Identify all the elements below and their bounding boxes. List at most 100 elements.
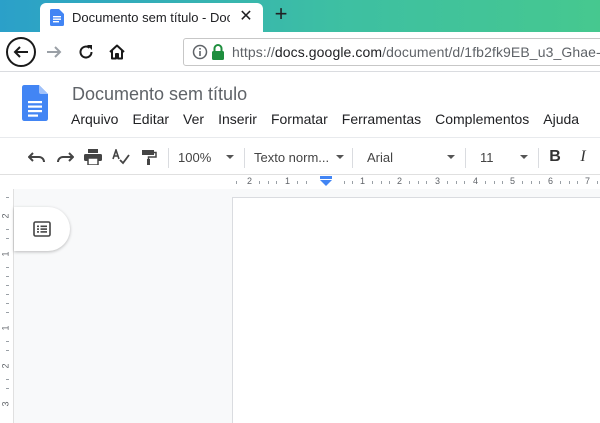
ruler-label: 6 xyxy=(548,176,554,186)
docs-header: Documento sem título Arquivo Editar Ver … xyxy=(0,73,600,137)
zoom-select[interactable]: 100% xyxy=(178,146,234,168)
paint-format-button[interactable] xyxy=(138,146,160,168)
ruler-tick xyxy=(344,181,345,184)
font-size-select[interactable]: 11 xyxy=(480,146,528,168)
print-icon xyxy=(84,149,102,165)
address-bar[interactable]: https://docs.google.com/document/d/1fb2f… xyxy=(183,38,600,66)
menu-ferramentas[interactable]: Ferramentas xyxy=(342,111,421,127)
reload-button[interactable] xyxy=(72,38,100,66)
back-button[interactable] xyxy=(6,37,36,67)
paint-format-icon xyxy=(142,150,157,165)
forward-arrow-icon xyxy=(47,46,62,58)
toolbar-separator xyxy=(465,148,466,168)
tab-title: Documento sem título - Docum xyxy=(72,10,230,25)
menu-complementos[interactable]: Complementos xyxy=(435,111,529,127)
home-icon xyxy=(109,44,125,60)
document-page[interactable] xyxy=(232,197,600,423)
paragraph-style-value: Texto norm... xyxy=(254,149,330,165)
ruler-tick xyxy=(268,181,269,184)
menu-bar: Arquivo Editar Ver Inserir Formatar Ferr… xyxy=(71,111,593,127)
ruler-label: 1 xyxy=(0,325,11,331)
toolbar-separator xyxy=(352,148,353,168)
ruler-tick xyxy=(6,197,9,198)
ruler-tick xyxy=(6,267,9,268)
browser-tabstrip: Documento sem título - Docum ✕ + xyxy=(0,0,600,32)
url-host: docs.google.com xyxy=(274,44,383,60)
ruler-label: 5 xyxy=(510,176,516,186)
toolbar-separator xyxy=(244,148,245,168)
menu-formatar[interactable]: Formatar xyxy=(271,111,328,127)
ruler-tick xyxy=(297,181,298,184)
ruler-tick xyxy=(6,285,9,286)
document-title[interactable]: Documento sem título xyxy=(72,84,247,105)
ruler-tick xyxy=(389,181,390,184)
ruler-tick xyxy=(569,181,570,184)
spellcheck-icon xyxy=(112,149,130,165)
ruler-tick xyxy=(560,181,561,184)
ruler-tick xyxy=(409,181,410,184)
ruler-tick xyxy=(485,181,486,184)
close-tab-icon[interactable]: ✕ xyxy=(237,7,255,27)
google-docs-logo-icon[interactable] xyxy=(22,85,48,121)
browser-toolbar: https://docs.google.com/document/d/1fb2f… xyxy=(0,32,600,72)
font-size-value: 11 xyxy=(480,149,494,165)
ruler-tick xyxy=(6,303,9,304)
menu-inserir[interactable]: Inserir xyxy=(218,111,257,127)
font-select[interactable]: Arial xyxy=(367,146,455,168)
ruler-tick xyxy=(276,181,277,184)
document-canvas: 2 1 1 2 3 xyxy=(0,189,600,423)
ruler-tick xyxy=(577,181,578,184)
url-text: https://docs.google.com/document/d/1fb2f… xyxy=(232,44,600,60)
style-dropdown-icon xyxy=(336,155,344,159)
paragraph-style-select[interactable]: Texto norm... xyxy=(254,146,344,168)
ruler-tick xyxy=(539,181,540,184)
new-tab-icon[interactable]: + xyxy=(270,3,292,26)
ruler-label: 1 xyxy=(285,176,291,186)
menu-ver[interactable]: Ver xyxy=(183,111,204,127)
menu-ajuda[interactable]: Ajuda xyxy=(543,111,579,127)
toolbar-separator xyxy=(538,148,539,168)
reload-icon xyxy=(79,45,93,59)
menu-editar[interactable]: Editar xyxy=(132,111,169,127)
ruler-tick xyxy=(464,181,465,184)
redo-icon xyxy=(57,152,74,163)
ruler-label: 3 xyxy=(0,401,11,407)
ruler-tick xyxy=(494,181,495,184)
vertical-ruler[interactable]: 2 1 1 2 3 xyxy=(0,189,14,423)
lock-icon xyxy=(212,44,224,60)
undo-button[interactable] xyxy=(26,146,48,168)
ruler-tick xyxy=(372,181,373,184)
document-outline-button[interactable] xyxy=(14,207,70,251)
url-scheme: https:// xyxy=(232,44,275,60)
spellcheck-button[interactable] xyxy=(110,146,132,168)
url-path: /document/d/1fb2fk9EB_u3_Ghae-yW xyxy=(382,44,600,60)
forward-button[interactable] xyxy=(40,38,68,66)
google-docs-favicon-icon xyxy=(50,9,64,26)
ruler-tick xyxy=(6,312,9,313)
font-dropdown-icon xyxy=(447,155,455,159)
print-button[interactable] xyxy=(82,146,104,168)
ruler-tick xyxy=(381,181,382,184)
ruler-tick xyxy=(418,181,419,184)
bold-button[interactable]: B xyxy=(546,146,564,168)
ruler-tick xyxy=(597,181,598,184)
toolbar-separator xyxy=(168,148,169,168)
redo-button[interactable] xyxy=(54,146,76,168)
menu-arquivo[interactable]: Arquivo xyxy=(71,111,118,127)
ruler-label: 2 xyxy=(397,176,403,186)
back-arrow-icon xyxy=(13,46,28,58)
ruler-tick xyxy=(6,379,9,380)
italic-button[interactable]: I xyxy=(574,146,592,168)
ruler-tick xyxy=(456,181,457,184)
ruler-label: 2 xyxy=(247,176,253,186)
browser-tab[interactable]: Documento sem título - Docum ✕ xyxy=(40,3,263,32)
undo-icon xyxy=(28,152,45,163)
info-icon[interactable] xyxy=(192,44,208,60)
horizontal-ruler[interactable]: 2 1 1 2 3 4 5 6 7 xyxy=(0,175,600,189)
indent-marker-icon[interactable] xyxy=(320,176,332,186)
home-button[interactable] xyxy=(103,38,131,66)
ruler-label: 3 xyxy=(435,176,441,186)
ruler-tick xyxy=(306,181,307,184)
ruler-tick xyxy=(6,276,9,277)
ruler-tick xyxy=(531,181,532,184)
